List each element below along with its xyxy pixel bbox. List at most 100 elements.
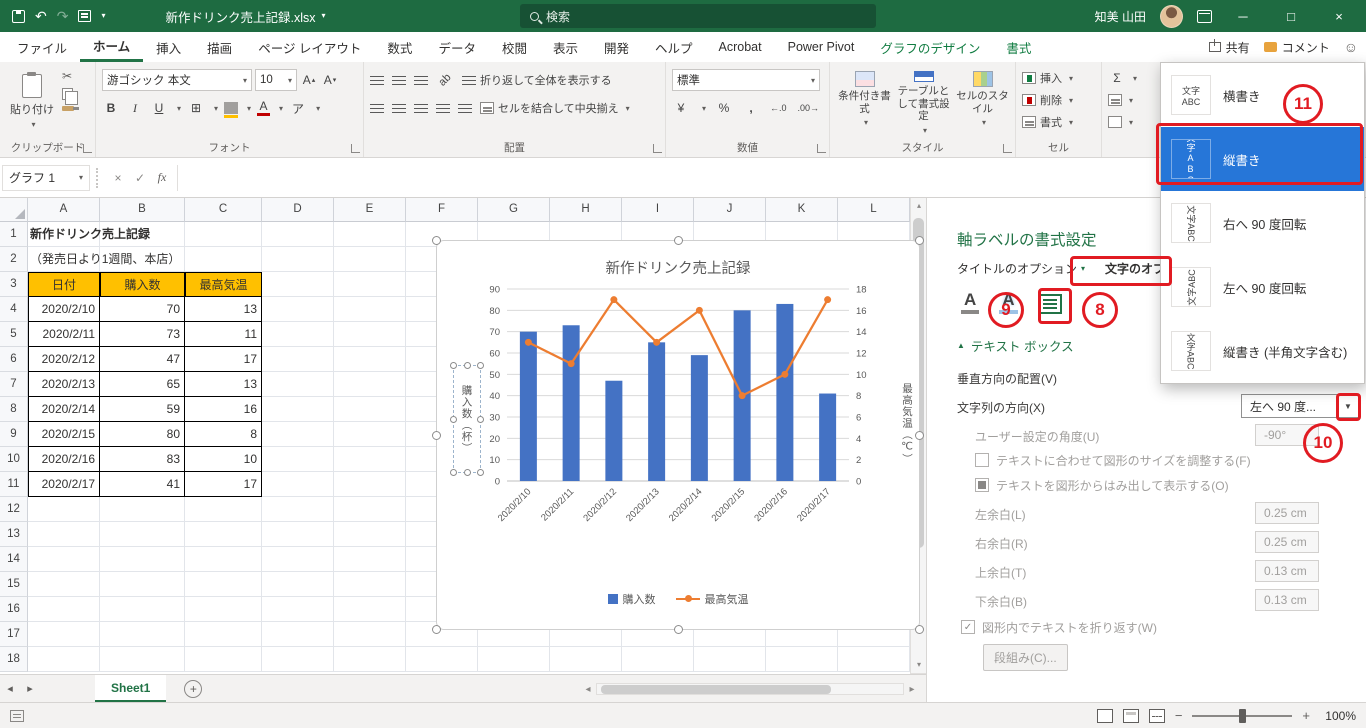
enter-icon[interactable]: ✓	[129, 171, 151, 185]
right-axis-title-box[interactable]: 最高気温（℃）	[900, 359, 915, 489]
cell-D7[interactable]	[262, 372, 334, 397]
cell-B16[interactable]	[100, 597, 185, 622]
ribbon-tab-描画[interactable]: 描画	[194, 32, 245, 62]
ribbon-tab-ホーム[interactable]: ホーム	[80, 32, 144, 62]
scroll-left-icon[interactable]: ◂	[580, 684, 596, 695]
align-middle-icon[interactable]	[392, 75, 406, 86]
tab-title-options[interactable]: タイトルのオプション ▾	[957, 260, 1085, 277]
increase-indent-icon[interactable]	[458, 103, 472, 114]
cell-C7[interactable]: 13	[185, 372, 262, 397]
page-break-view-icon[interactable]	[1148, 708, 1165, 723]
search-box[interactable]: 検索	[520, 4, 876, 28]
cell-C14[interactable]	[185, 547, 262, 572]
decrease-font-size-button[interactable]: A ▾	[321, 70, 339, 90]
column-header-K[interactable]: K	[766, 198, 838, 222]
chart-handle[interactable]	[432, 431, 441, 440]
legend-item-購入数[interactable]: 購入数	[607, 591, 656, 607]
row-header-16[interactable]: 16	[0, 597, 28, 622]
ribbon-tab-Acrobat[interactable]: Acrobat	[706, 32, 775, 62]
ribbon-tab-書式[interactable]: 書式	[993, 32, 1044, 62]
fill-color-icon[interactable]	[224, 102, 239, 118]
chart-handle[interactable]	[915, 625, 924, 634]
cell-K18[interactable]	[766, 647, 838, 672]
select-all-corner[interactable]	[0, 198, 28, 222]
cell-D16[interactable]	[262, 597, 334, 622]
cell-C13[interactable]	[185, 522, 262, 547]
number-format-combo[interactable]: 標準 ▾	[672, 69, 820, 91]
text-direction-dropdown-arrow[interactable]: ▼	[1338, 402, 1358, 411]
column-header-G[interactable]: G	[478, 198, 550, 222]
cell-E4[interactable]	[334, 297, 406, 322]
comma-style-icon[interactable]: ,	[742, 98, 760, 118]
cell-C12[interactable]	[185, 497, 262, 522]
cell-E14[interactable]	[334, 547, 406, 572]
borders-icon[interactable]: ⊞	[187, 98, 205, 118]
decrease-decimal-icon[interactable]: .00→	[797, 98, 821, 118]
row-header-18[interactable]: 18	[0, 647, 28, 672]
cell-A10[interactable]: 2020/2/16	[28, 447, 100, 472]
cell-B4[interactable]: 70	[100, 297, 185, 322]
text-fill-outline-icon[interactable]: A	[961, 290, 980, 314]
menu-item-左へ 90 度回転[interactable]: 文字ABC 左へ 90 度回転	[1161, 255, 1364, 319]
cell-B18[interactable]	[100, 647, 185, 672]
cell-A7[interactable]: 2020/2/13	[28, 372, 100, 397]
sheet-nav-left-icon[interactable]: ◂	[0, 682, 20, 695]
column-header-D[interactable]: D	[262, 198, 334, 222]
cell-A14[interactable]	[28, 547, 100, 572]
cell-E6[interactable]	[334, 347, 406, 372]
cell-B6[interactable]: 47	[100, 347, 185, 372]
align-right-icon[interactable]	[414, 103, 428, 114]
cell-A3[interactable]: 日付	[28, 272, 100, 297]
column-header-I[interactable]: I	[622, 198, 694, 222]
chart[interactable]: 新作ドリンク売上記録 0 10 20 30 40 50 60 70 80 90 0 2 4 6 8 10 12 1…	[432, 236, 924, 634]
chart-handle[interactable]	[915, 431, 924, 440]
cell-E11[interactable]	[334, 472, 406, 497]
horizontal-scroll-thumb[interactable]	[601, 685, 831, 694]
format-as-table-button[interactable]: テーブルとして書式設定 ▾	[895, 67, 952, 135]
cell-D5[interactable]	[262, 322, 334, 347]
chart-handle[interactable]	[432, 625, 441, 634]
cell-D3[interactable]	[262, 272, 334, 297]
cell-B3[interactable]: 購入数	[100, 272, 185, 297]
menu-item-縦書き[interactable]: 文字ABC 縦書き	[1161, 127, 1364, 191]
scroll-down-icon[interactable]: ▾	[911, 657, 927, 673]
bar-2020/2/11[interactable]	[562, 325, 580, 481]
line-marker-2020/2/12[interactable]	[610, 296, 618, 304]
insert-cells-button[interactable]: 挿入 ▾	[1022, 67, 1097, 89]
ribbon-tab-ヘルプ[interactable]: ヘルプ	[642, 32, 706, 62]
cell-E2[interactable]	[334, 247, 406, 272]
save-icon[interactable]	[12, 9, 25, 23]
menu-item-右へ 90 度回転[interactable]: 文字ABC 右へ 90 度回転	[1161, 191, 1364, 255]
clear-button[interactable]: ▾	[1108, 111, 1156, 133]
cell-G18[interactable]	[478, 647, 550, 672]
align-top-icon[interactable]	[370, 75, 384, 86]
cell-D8[interactable]	[262, 397, 334, 422]
column-header-C[interactable]: C	[185, 198, 262, 222]
chevron-down-icon[interactable]: ▾	[702, 104, 706, 113]
autosum-button[interactable]: Σ ▾	[1108, 67, 1156, 89]
cell-D4[interactable]	[262, 297, 334, 322]
cell-A15[interactable]	[28, 572, 100, 597]
cell-B15[interactable]	[100, 572, 185, 597]
cell-B8[interactable]: 59	[100, 397, 185, 422]
sheet-tab-sheet1[interactable]: Sheet1	[95, 675, 167, 702]
section-textbox[interactable]: ▲ テキスト ボックス	[957, 336, 1074, 355]
cell-C10[interactable]: 10	[185, 447, 262, 472]
bold-button[interactable]: B	[102, 98, 120, 118]
menu-item-縦書き (半角文字含む)[interactable]: 文字ABC 縦書き (半角文字含む)	[1161, 319, 1364, 383]
cell-C1[interactable]	[185, 222, 262, 247]
cell-A5[interactable]: 2020/2/11	[28, 322, 100, 347]
cell-D9[interactable]	[262, 422, 334, 447]
cell-A13[interactable]	[28, 522, 100, 547]
cell-A18[interactable]	[28, 647, 100, 672]
cell-E16[interactable]	[334, 597, 406, 622]
bar-2020/2/13[interactable]	[648, 342, 666, 481]
share-button[interactable]: 共有	[1208, 39, 1250, 56]
cell-D17[interactable]	[262, 622, 334, 647]
line-marker-2020/2/16[interactable]	[781, 370, 789, 378]
cell-D10[interactable]	[262, 447, 334, 472]
zoom-in-button[interactable]: +	[1302, 708, 1310, 723]
row-header-6[interactable]: 6	[0, 347, 28, 372]
cell-E9[interactable]	[334, 422, 406, 447]
cell-E1[interactable]	[334, 222, 406, 247]
